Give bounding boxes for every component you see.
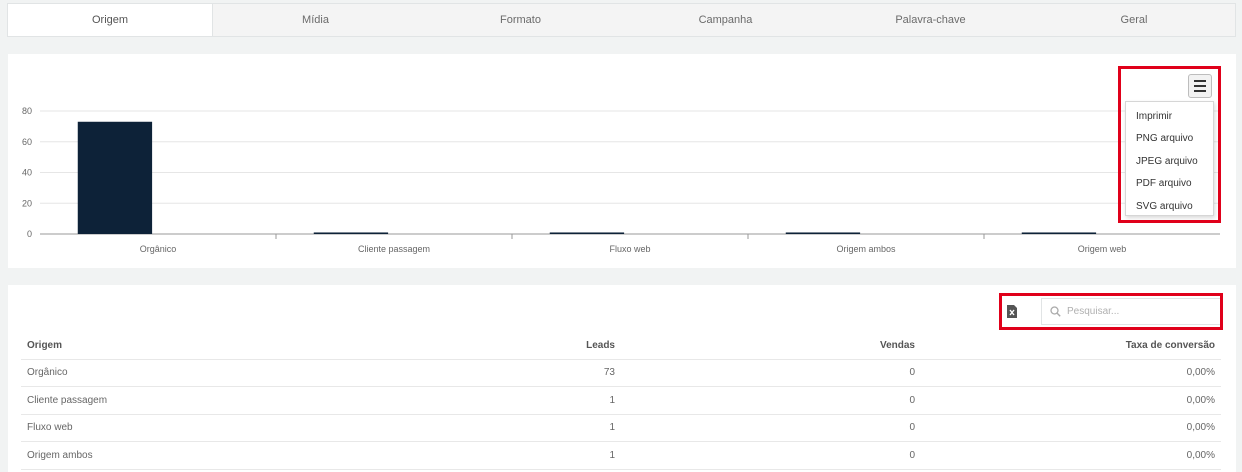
search-input[interactable] — [1067, 306, 1207, 317]
bar — [77, 121, 153, 234]
bar-chart: 0 20 40 60 80 Orgânico Cliente passagem Fluxo w… — [22, 106, 1220, 254]
cell-leads: 1 — [321, 441, 621, 470]
table-row: Origem ambos 1 0 0,00% — [21, 441, 1221, 470]
tab-origem[interactable]: Origem — [8, 4, 213, 36]
hamburger-icon — [1194, 80, 1206, 82]
search-box[interactable] — [1041, 298, 1221, 325]
cell-origem: Cliente passagem — [21, 386, 321, 415]
y-tick-label: 80 — [22, 106, 32, 116]
tab-geral[interactable]: Geral — [1033, 4, 1235, 36]
x-tick-label: Cliente passagem — [358, 244, 430, 254]
chart-card: 0 20 40 60 80 Orgânico Cliente passagem Fluxo w… — [8, 54, 1236, 268]
y-tick-label: 40 — [22, 168, 32, 178]
tab-bar: Origem Mídia Formato Campanha Palavra-ch… — [7, 3, 1236, 37]
table-row: Cliente passagem 1 0 0,00% — [21, 386, 1221, 415]
table-row: Fluxo web 1 0 0,00% — [21, 414, 1221, 442]
x-tick-label: Origem web — [1078, 244, 1127, 254]
table-card: Origem Leads Vendas Taxa de conversão Or… — [8, 285, 1236, 472]
menu-item-print[interactable]: Imprimir — [1126, 106, 1213, 128]
y-tick-label: 20 — [22, 198, 32, 208]
column-header-origem[interactable]: Origem — [21, 332, 321, 360]
cell-taxa: 0,00% — [921, 441, 1221, 470]
tab-midia[interactable]: Mídia — [213, 4, 418, 36]
bar — [785, 232, 861, 234]
tab-palavra-chave[interactable]: Palavra-chave — [828, 4, 1033, 36]
tab-campanha[interactable]: Campanha — [623, 4, 828, 36]
x-tick-label: Orgânico — [140, 244, 177, 254]
y-tick-label: 0 — [27, 229, 32, 239]
menu-item-jpeg[interactable]: JPEG arquivo — [1126, 151, 1213, 173]
cell-taxa: 0,00% — [921, 386, 1221, 415]
bar — [1021, 232, 1097, 234]
cell-origem: Orgânico — [21, 359, 321, 387]
column-header-taxa[interactable]: Taxa de conversão — [921, 332, 1221, 360]
column-header-leads[interactable]: Leads — [321, 332, 621, 360]
search-icon — [1050, 306, 1061, 317]
cell-vendas: 0 — [621, 441, 921, 470]
cell-origem: Fluxo web — [21, 414, 321, 442]
tab-formato[interactable]: Formato — [418, 4, 623, 36]
chart-menu-button[interactable] — [1188, 74, 1212, 98]
bar — [313, 232, 389, 234]
data-table: Origem Leads Vendas Taxa de conversão Or… — [21, 332, 1221, 470]
cell-origem: Origem ambos — [21, 441, 321, 470]
cell-vendas: 0 — [621, 359, 921, 387]
cell-vendas: 0 — [621, 386, 921, 415]
column-header-vendas[interactable]: Vendas — [621, 332, 921, 360]
menu-item-pdf[interactable]: PDF arquivo — [1126, 173, 1213, 195]
table-row: Orgânico 73 0 0,00% — [21, 359, 1221, 387]
cell-taxa: 0,00% — [921, 359, 1221, 387]
x-tick-label: Fluxo web — [609, 244, 650, 254]
y-tick-label: 60 — [22, 137, 32, 147]
table-header-row: Origem Leads Vendas Taxa de conversão — [21, 332, 1221, 360]
cell-leads: 73 — [321, 359, 621, 387]
cell-leads: 1 — [321, 414, 621, 442]
cell-taxa: 0,00% — [921, 414, 1221, 442]
menu-item-png[interactable]: PNG arquivo — [1126, 128, 1213, 150]
excel-export-icon[interactable] — [1007, 305, 1017, 318]
export-dropdown: Imprimir PNG arquivo JPEG arquivo PDF ar… — [1125, 101, 1214, 216]
bar — [549, 232, 625, 234]
menu-item-svg[interactable]: SVG arquivo — [1126, 196, 1213, 218]
cell-leads: 1 — [321, 386, 621, 415]
x-tick-label: Origem ambos — [836, 244, 896, 254]
cell-vendas: 0 — [621, 414, 921, 442]
